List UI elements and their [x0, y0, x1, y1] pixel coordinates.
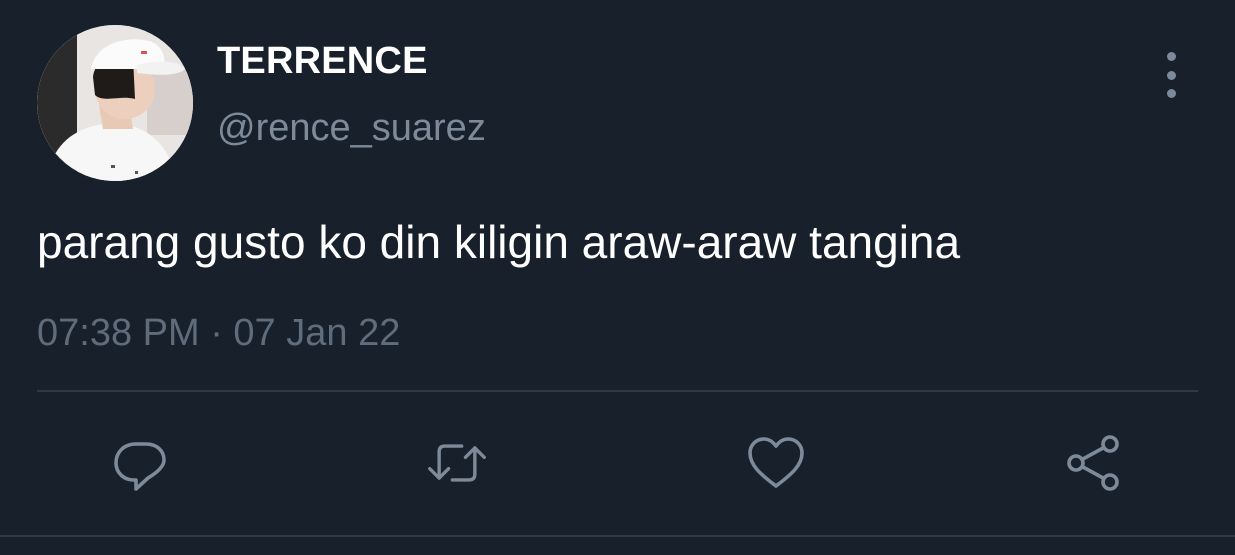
retweet-icon: [428, 444, 486, 482]
like-button[interactable]: [745, 432, 807, 494]
more-vertical-icon: [1166, 52, 1176, 61]
share-button[interactable]: [1062, 432, 1124, 494]
reply-icon: [114, 442, 166, 491]
divider: [37, 390, 1198, 392]
author-handle[interactable]: @rence_suarez: [217, 106, 486, 150]
avatar-photo: [37, 25, 193, 181]
more-options-button[interactable]: [1155, 52, 1187, 98]
retweet-button[interactable]: [426, 432, 488, 494]
author-display-name[interactable]: TERRENCE: [217, 39, 428, 83]
heart-icon: [748, 437, 804, 488]
more-vertical-icon-dot: [1166, 89, 1176, 98]
more-vertical-icon-dot: [1166, 70, 1176, 80]
tweet-detail: TERRENCE @rence_suarez parang gusto ko d…: [0, 0, 1235, 555]
share-icon: [1067, 435, 1119, 491]
reply-button[interactable]: [109, 432, 171, 494]
avatar[interactable]: [37, 25, 193, 181]
bottom-divider: [0, 535, 1235, 537]
tweet-timestamp[interactable]: 07:38 PM · 07 Jan 22: [37, 311, 400, 355]
tweet-text: parang gusto ko din kiligin araw-araw ta…: [37, 216, 961, 268]
